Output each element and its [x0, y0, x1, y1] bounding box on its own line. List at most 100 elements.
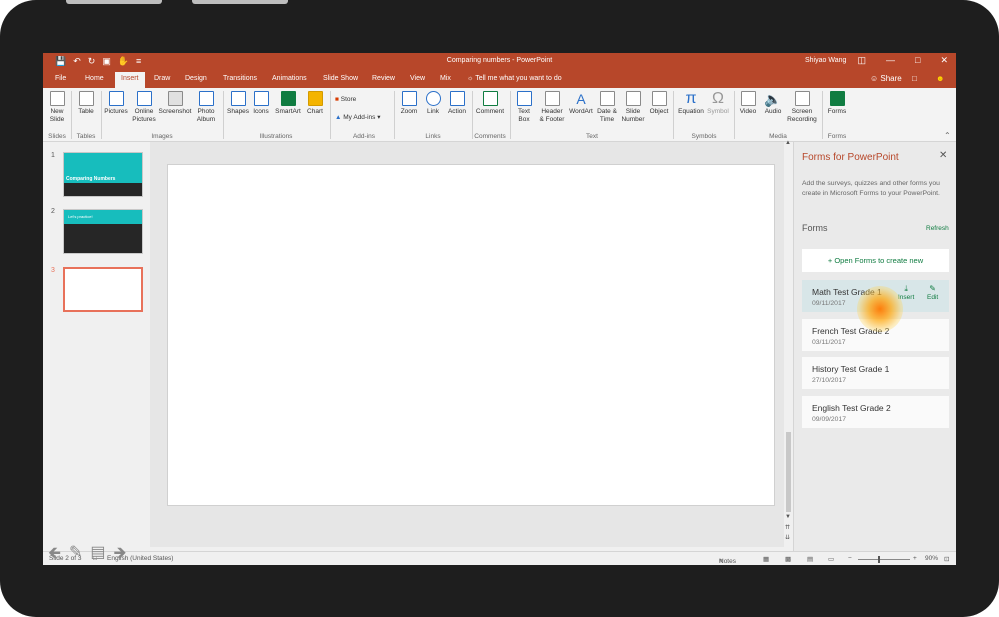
vertical-scrollbar[interactable]: ▲ ▼ ⇈ ⇊: [784, 140, 793, 547]
tab-slide-show[interactable]: Slide Show: [323, 75, 358, 82]
smiley-feedback-icon[interactable]: ☻: [936, 74, 944, 83]
zoom-button[interactable]: Zoom: [399, 91, 419, 116]
tab-draw[interactable]: Draw: [154, 75, 170, 82]
previous-slide-icon[interactable]: ⇈: [785, 524, 790, 531]
online-pictures-label-2: Pictures: [132, 116, 156, 123]
audio-label: Audio: [764, 108, 782, 115]
pictures-label: Pictures: [104, 108, 128, 115]
icons-button[interactable]: Icons: [252, 91, 270, 116]
slide-number-label: Slide: [625, 108, 641, 115]
back-arrow-icon[interactable]: 🡸: [48, 542, 61, 569]
scroll-down-icon[interactable]: ▼: [785, 514, 791, 520]
date-time-button[interactable]: Date & Time: [596, 91, 618, 124]
slideshow-icon[interactable]: ▭: [828, 555, 834, 563]
audio-button[interactable]: 🔈 Audio: [763, 91, 783, 116]
action-button[interactable]: Action: [445, 91, 469, 116]
slide-number-button[interactable]: Slide Number: [620, 91, 646, 124]
smartart-button[interactable]: SmartArt: [274, 91, 302, 116]
slide-thumbnail-3[interactable]: [63, 267, 143, 312]
forms-task-pane: Forms for PowerPoint ✕ Add the surveys, …: [793, 142, 956, 551]
chart-button[interactable]: Chart: [305, 91, 325, 116]
close-icon[interactable]: ✕: [940, 55, 948, 66]
close-icon[interactable]: ✕: [939, 150, 947, 161]
new-slide-button[interactable]: New Slide: [49, 91, 65, 124]
tab-view[interactable]: View: [410, 75, 425, 82]
wordart-button[interactable]: A WordArt: [569, 91, 593, 116]
photo-album-button[interactable]: Photo Album: [193, 91, 219, 124]
equation-button[interactable]: π Equation: [676, 91, 706, 116]
zoom-in-icon[interactable]: +: [913, 555, 917, 562]
link-button[interactable]: Link: [424, 91, 442, 116]
comment-icon: [482, 91, 498, 106]
minimize-icon[interactable]: —: [886, 55, 895, 66]
normal-view-icon[interactable]: ▦: [763, 555, 769, 563]
current-slide[interactable]: [167, 164, 775, 506]
tab-transitions[interactable]: Transitions: [223, 75, 257, 82]
form-item[interactable]: History Test Grade 1 27/10/2017: [802, 357, 949, 389]
screen-recording-button[interactable]: Screen Recording: [786, 91, 818, 124]
text-box-button[interactable]: Text Box: [514, 91, 534, 124]
maximize-icon[interactable]: □: [915, 55, 920, 66]
header-footer-button[interactable]: Header & Footer: [537, 91, 567, 124]
store-button[interactable]: ■ Store: [335, 96, 356, 103]
forward-arrow-icon[interactable]: 🡺: [114, 542, 127, 569]
slide-thumbnail-2[interactable]: Let's practice!: [63, 209, 143, 254]
tell-me-search[interactable]: ☼ Tell me what you want to do: [467, 75, 562, 82]
shapes-button[interactable]: Shapes: [227, 91, 249, 116]
user-name[interactable]: Shiyao Wang: [805, 57, 846, 64]
chart-label: Chart: [307, 108, 323, 115]
scrollbar-thumb[interactable]: [786, 432, 791, 512]
video-button[interactable]: Video: [739, 91, 757, 116]
comments-icon[interactable]: □: [912, 74, 917, 83]
my-addins-button[interactable]: ▲ My Add-ins ▾: [335, 113, 380, 121]
scroll-up-icon[interactable]: ▲: [785, 140, 791, 146]
fit-to-window-icon[interactable]: ⊡: [944, 555, 949, 563]
refresh-link[interactable]: Refresh: [926, 225, 949, 232]
group-label-media: Media: [769, 133, 787, 140]
open-forms-button[interactable]: + Open Forms to create new: [802, 249, 949, 272]
store-label: Store: [340, 96, 357, 103]
group-divider: [472, 91, 473, 139]
tab-home[interactable]: Home: [85, 75, 104, 82]
zoom-level[interactable]: 90%: [925, 555, 938, 562]
zoom-slider-thumb[interactable]: [878, 556, 880, 563]
slide-thumbnail-1[interactable]: Comparing Numbers: [63, 152, 143, 197]
object-button[interactable]: Object: [648, 91, 670, 116]
tablet-button: [192, 0, 288, 4]
pen-icon[interactable]: ✎: [69, 542, 82, 569]
tab-design[interactable]: Design: [185, 75, 207, 82]
share-button[interactable]: ☺ Share: [870, 74, 902, 83]
group-divider: [673, 91, 674, 139]
object-icon: [651, 91, 667, 106]
reading-view-icon[interactable]: ▤: [807, 555, 813, 563]
forms-ribbon-button[interactable]: Forms: [826, 91, 848, 116]
restore-ribbon-icon[interactable]: ◫: [858, 55, 867, 66]
pictures-button[interactable]: Pictures: [104, 91, 128, 116]
screenshot-button[interactable]: Screenshot: [158, 91, 192, 116]
collapse-ribbon-icon[interactable]: ⌃: [944, 131, 951, 140]
group-label-forms: Forms: [827, 133, 847, 140]
link-icon: [425, 91, 441, 106]
zoom-slider[interactable]: [858, 559, 910, 560]
form-date: 09/11/2017: [812, 300, 846, 307]
symbol-button[interactable]: Ω Symbol: [707, 91, 729, 116]
online-pictures-button[interactable]: Online Pictures: [132, 91, 156, 124]
object-label: Object: [649, 108, 669, 115]
tab-insert[interactable]: Insert: [115, 72, 145, 88]
tab-file[interactable]: File: [55, 75, 66, 82]
comment-button[interactable]: Comment: [475, 91, 505, 116]
slides-icon[interactable]: ▤: [90, 542, 105, 569]
edit-form-button[interactable]: ✎ Edit: [927, 284, 938, 301]
form-item[interactable]: English Test Grade 2 09/09/2017: [802, 396, 949, 428]
icons-label: Icons: [253, 108, 269, 115]
tab-review[interactable]: Review: [372, 75, 395, 82]
video-label: Video: [739, 108, 757, 115]
zoom-out-icon[interactable]: −: [848, 555, 852, 562]
table-button[interactable]: Table: [77, 91, 95, 116]
slide-sorter-icon[interactable]: ▩: [785, 555, 791, 563]
shapes-label: Shapes: [227, 108, 250, 115]
next-slide-icon[interactable]: ⇊: [785, 534, 790, 541]
date-time-label-2: Time: [599, 116, 615, 123]
tab-animations[interactable]: Animations: [272, 75, 307, 82]
tab-mix[interactable]: Mix: [440, 75, 451, 82]
